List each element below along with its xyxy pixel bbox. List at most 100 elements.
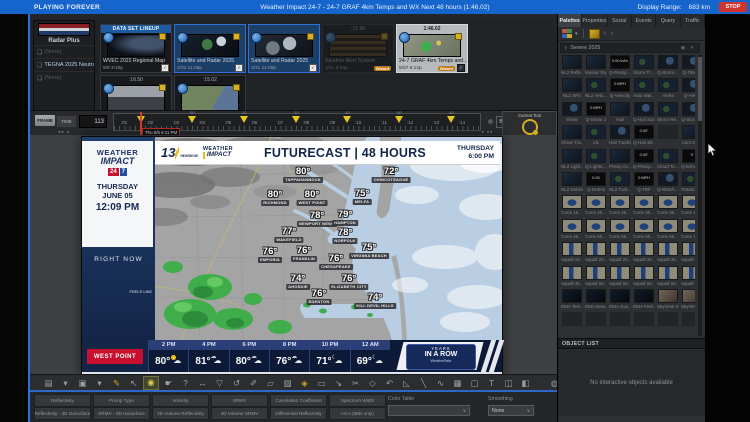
palette-item[interactable]: Cone 20… — [585, 195, 607, 218]
pan-hand-icon[interactable]: ☛ — [160, 376, 177, 390]
orbit-tool-icon[interactable] — [522, 119, 538, 135]
palette-item[interactable] — [681, 312, 695, 335]
spline-icon[interactable]: ∿ — [432, 376, 449, 390]
palette-item[interactable]: DMA Tem… — [561, 289, 583, 312]
palette-item[interactable]: Alerts — [657, 78, 679, 101]
tab-palettes[interactable]: Palettes — [558, 14, 582, 27]
palette-library-icon[interactable] — [589, 29, 600, 39]
palette-item[interactable]: Squall 30… — [633, 242, 655, 265]
keyframe-marker[interactable] — [395, 116, 403, 123]
smoothing-dropdown[interactable]: None ∨ — [488, 405, 534, 416]
stop-button[interactable]: STOP — [719, 2, 747, 12]
collapse-all-icon[interactable]: ∨ — [603, 30, 607, 37]
palette-item[interactable]: DMA Dew… — [585, 289, 607, 312]
model-3d-icon[interactable]: ◧ — [517, 376, 534, 390]
palette-item[interactable]: Cone 30… — [633, 195, 655, 218]
sidebar-item[interactable]: ❏(None) — [34, 45, 94, 58]
palette-item[interactable]: Q-Storm… — [657, 55, 679, 78]
scissors-icon[interactable]: ✂ — [347, 376, 364, 390]
palette-item[interactable] — [657, 125, 679, 148]
mode-button[interactable]: Velocity — [152, 394, 209, 407]
save-icon[interactable]: ▤ — [40, 376, 57, 390]
diamond-icon[interactable]: ◈ — [296, 376, 313, 390]
sidebar-item[interactable]: ❏TEGNA 2025 Neutral… — [34, 58, 94, 71]
palette-item[interactable]: Squall 65… — [657, 266, 679, 289]
group-action-icons[interactable]: ▣ ✕ — [681, 45, 696, 51]
checkbox-checked[interactable]: ✓ — [235, 64, 243, 72]
keyframe-marker[interactable] — [447, 116, 455, 123]
palette-item[interactable]: NL2 SRV — [561, 78, 583, 101]
palette-item[interactable]: Shear — [561, 102, 583, 125]
station-banner-thumbnail[interactable] — [38, 23, 90, 36]
line-icon[interactable]: ╲ — [415, 376, 432, 390]
palette-item[interactable]: Rotation… — [681, 172, 695, 195]
palette-item[interactable]: DMA Gus… — [609, 289, 631, 312]
save-menu-icon[interactable]: ▾ — [57, 376, 74, 390]
checkbox-checked[interactable]: ✓ — [309, 64, 317, 72]
palette-item[interactable]: Hail Tracks — [609, 125, 631, 148]
dataset-card[interactable]: Satellite and Radar 20253/31 11:09p✓ — [248, 24, 320, 73]
palette-item[interactable]: NL2 Turb… — [609, 172, 631, 195]
palette-item[interactable]: Squall 40… — [681, 242, 695, 265]
mode-button[interactable]: Spectrum Width — [329, 394, 386, 407]
palette-item[interactable]: Squall 20… — [585, 242, 607, 265]
palette-item[interactable] — [633, 312, 655, 335]
palette-item[interactable]: Squall 50… — [585, 266, 607, 289]
layers-icon[interactable]: ▱ — [262, 376, 279, 390]
palette-item[interactable]: Cone 35… — [657, 195, 679, 218]
tab-query[interactable]: Query — [656, 14, 680, 27]
palette-item[interactable]: DMA Feel… — [633, 289, 655, 312]
frame-mode-button[interactable]: FRAME — [35, 115, 55, 126]
tab-social[interactable]: Social — [608, 14, 632, 27]
dataset-card[interactable]: :15.02 — [174, 75, 246, 110]
palette-item[interactable]: Cone 45… — [561, 219, 583, 242]
palette-item[interactable]: Squall 45… — [561, 266, 583, 289]
palette-item[interactable]: Q-Alerts — [681, 78, 695, 101]
bounding-box-icon[interactable]: ▢ — [466, 376, 483, 390]
palette-item[interactable] — [585, 312, 607, 335]
checkbox-checked[interactable]: ✓ — [457, 64, 465, 72]
palette-item[interactable]: 0.00"Q-Precip… — [633, 149, 655, 172]
palette-item[interactable] — [561, 312, 583, 335]
palette-item[interactable]: Squall 55… — [609, 266, 631, 289]
palette-item[interactable]: Cone 65… — [657, 219, 679, 242]
palette-item[interactable]: Q-Watch… — [657, 172, 679, 195]
palette-item[interactable]: Squall 60… — [633, 266, 655, 289]
palette-item[interactable]: 0.00"Q-Hail 3D… — [633, 125, 655, 148]
palette-item[interactable]: 0 MPHQ-Velocity — [609, 78, 631, 101]
palette-item[interactable]: 0'Q-Echo T… — [681, 149, 695, 172]
tab-traffic[interactable]: Traffic — [681, 14, 705, 27]
copy-icon[interactable]: ▣ — [74, 376, 91, 390]
palette-item[interactable]: Squall 15… — [561, 242, 583, 265]
palette-item[interactable]: Storm Tr… — [633, 55, 655, 78]
hatch-icon[interactable]: ▨ — [279, 376, 296, 390]
add-palette-menu-icon[interactable]: ▾ — [575, 31, 578, 37]
mode-button[interactable]: 3D Volume SRMV — [211, 407, 268, 420]
palette-item[interactable]: Q-Storm… — [681, 102, 695, 125]
kite-icon[interactable]: ◇ — [364, 376, 381, 390]
mode-button[interactable]: SRMV — [211, 394, 268, 407]
palette-item[interactable] — [657, 312, 679, 335]
link-edit-icon[interactable]: ✎ — [108, 376, 125, 390]
palette-item[interactable]: Cloud To… — [657, 149, 679, 172]
camera-icon[interactable]: ◫ — [500, 376, 517, 390]
palette-item[interactable]: Precip Ac… — [609, 149, 631, 172]
dataset-card[interactable]: :15.98Weather Alert System3/31 8:53pWiza… — [322, 24, 394, 73]
measure-icon[interactable]: ↔ — [194, 376, 211, 390]
globe-edit-icon[interactable]: ◉ — [143, 376, 159, 390]
keyframe-marker[interactable] — [188, 116, 196, 123]
copy-menu-icon[interactable]: ▾ — [91, 376, 108, 390]
palette-item[interactable]: Squall 35… — [657, 242, 679, 265]
dataset-card[interactable]: DATA SET LINEUPWVEC 2022 Regional Map9/9… — [100, 24, 172, 73]
palette-item[interactable]: NL2 Velo… — [585, 78, 607, 101]
palette-item[interactable]: VIL — [585, 125, 607, 148]
palette-item[interactable]: 0 MPHQ-Shear 2 — [585, 102, 607, 125]
palette-item[interactable]: Squall 25… — [609, 242, 631, 265]
palette-item[interactable]: Cone 60… — [633, 219, 655, 242]
palette-item[interactable]: Storm Re… — [657, 102, 679, 125]
brush-icon[interactable]: ✐ — [245, 376, 262, 390]
add-palette-icon[interactable] — [562, 29, 572, 38]
mode-button[interactable]: Reflectivity — [34, 394, 91, 407]
keyframe-marker[interactable] — [343, 116, 351, 123]
time-mode-button[interactable]: TIME — [56, 115, 77, 128]
